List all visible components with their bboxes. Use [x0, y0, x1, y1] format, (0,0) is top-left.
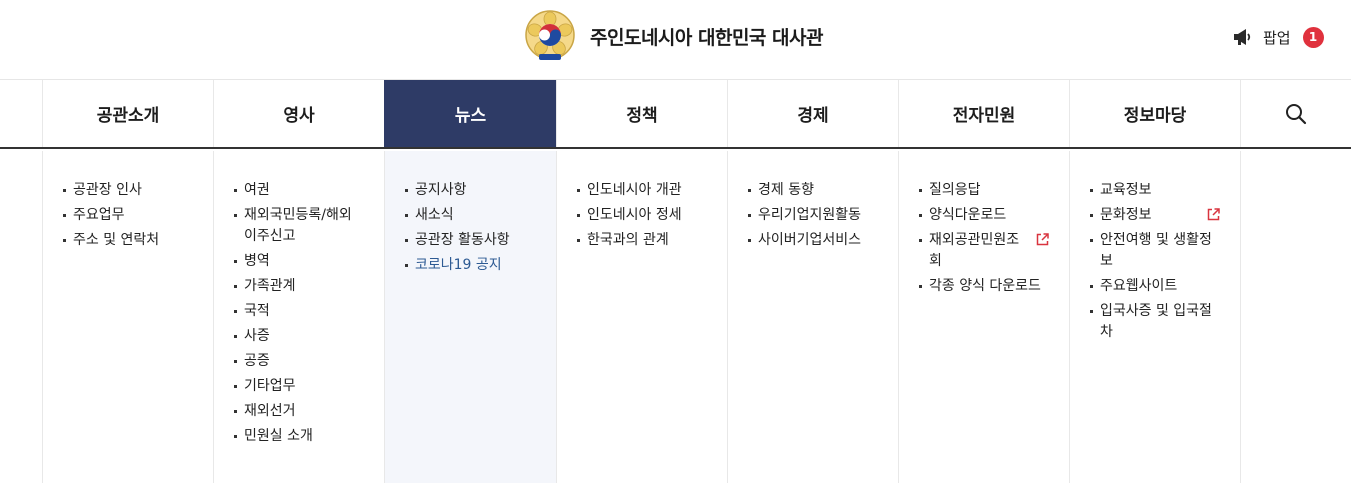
- submenu-item[interactable]: 재외국민등록/해외이주신고: [234, 205, 364, 247]
- submenu-panel: 공관장 인사 주요업무 주소 및 연락처 여권 재외국민등록/해외이주신고 병역…: [0, 151, 1351, 483]
- submenu-item-external[interactable]: 재외공관민원조회: [919, 230, 1049, 272]
- megaphone-icon: [1234, 29, 1251, 45]
- submenu-item-label: 문화정보: [1100, 207, 1152, 223]
- nav-item-info[interactable]: 정보마당: [1069, 80, 1240, 147]
- submenu-item[interactable]: 여권: [234, 180, 364, 201]
- submenu-item[interactable]: 주요업무: [63, 205, 193, 226]
- external-link-icon: [1207, 208, 1220, 221]
- submenu-col-e-civil: 질의응답 양식다운로드 재외공관민원조회 각종 양식 다운로드: [898, 151, 1069, 483]
- submenu-col-empty: [1240, 151, 1351, 483]
- submenu-item[interactable]: 안전여행 및 생활정보: [1090, 230, 1220, 272]
- submenu-item[interactable]: 공지사항: [405, 180, 536, 201]
- site-title: 주인도네시아 대한민국 대사관: [590, 26, 823, 49]
- popup-count-badge: 1: [1302, 26, 1324, 48]
- submenu-item[interactable]: 병역: [234, 251, 364, 272]
- submenu-item-external[interactable]: 문화정보: [1090, 205, 1220, 226]
- submenu-item[interactable]: 사증: [234, 326, 364, 347]
- submenu-col-consular: 여권 재외국민등록/해외이주신고 병역 가족관계 국적 사증 공증 기타업무 재…: [213, 151, 384, 483]
- submenu-item[interactable]: 인도네시아 정세: [577, 205, 707, 226]
- submenu-item[interactable]: 사이버기업서비스: [748, 230, 878, 251]
- site-brand[interactable]: 주인도네시아 대한민국 대사관: [524, 9, 823, 63]
- submenu-item[interactable]: 가족관계: [234, 276, 364, 297]
- submenu-item[interactable]: 새소식: [405, 205, 536, 226]
- submenu-item[interactable]: 양식다운로드: [919, 205, 1049, 226]
- submenu-item[interactable]: 질의응답: [919, 180, 1049, 201]
- submenu-item[interactable]: 인도네시아 개관: [577, 180, 707, 201]
- nav-item-e-civil[interactable]: 전자민원: [898, 80, 1069, 147]
- site-header: 주인도네시아 대한민국 대사관 팝업 1: [0, 0, 1351, 80]
- external-link-icon: [1036, 233, 1049, 246]
- submenu-item[interactable]: 재외선거: [234, 401, 364, 422]
- submenu-item[interactable]: 민원실 소개: [234, 426, 364, 447]
- submenu-col-news: 공지사항 새소식 공관장 활동사항 코로나19 공지: [384, 151, 556, 483]
- submenu-item[interactable]: 공관장 인사: [63, 180, 193, 201]
- popup-button[interactable]: 팝업 1: [1231, 24, 1324, 50]
- submenu-col-info: 교육정보 문화정보 안전여행 및 생활정보 주요웹사이트 입국사증 및 입국절차: [1069, 151, 1240, 483]
- submenu-item[interactable]: 경제 동향: [748, 180, 878, 201]
- submenu-item[interactable]: 우리기업지원활동: [748, 205, 878, 226]
- submenu-item-covid[interactable]: 코로나19 공지: [405, 255, 536, 276]
- popup-label: 팝업: [1263, 28, 1291, 47]
- submenu-item[interactable]: 기타업무: [234, 376, 364, 397]
- nav-item-about[interactable]: 공관소개: [42, 80, 213, 147]
- submenu-item[interactable]: 입국사증 및 입국절차: [1090, 301, 1220, 343]
- submenu-item[interactable]: 공관장 활동사항: [405, 230, 536, 251]
- submenu-col-economy: 경제 동향 우리기업지원활동 사이버기업서비스: [727, 151, 898, 483]
- search-button[interactable]: [1240, 80, 1351, 147]
- submenu-item[interactable]: 한국과의 관계: [577, 230, 707, 251]
- submenu-col-policy: 인도네시아 개관 인도네시아 정세 한국과의 관계: [556, 151, 727, 483]
- submenu-item[interactable]: 각종 양식 다운로드: [919, 276, 1049, 297]
- main-navigation: 공관소개 영사 뉴스 정책 경제 전자민원 정보마당: [0, 80, 1351, 149]
- submenu-item[interactable]: 공증: [234, 351, 364, 372]
- submenu-item[interactable]: 국적: [234, 301, 364, 322]
- korea-emblem-icon: [525, 10, 575, 60]
- nav-item-news[interactable]: 뉴스: [384, 80, 556, 147]
- submenu-item-label: 재외공관민원조회: [929, 232, 1020, 269]
- submenu-item[interactable]: 주요웹사이트: [1090, 276, 1220, 297]
- nav-item-economy[interactable]: 경제: [727, 80, 898, 147]
- nav-item-consular[interactable]: 영사: [213, 80, 384, 147]
- nav-item-policy[interactable]: 정책: [556, 80, 727, 147]
- submenu-col-about: 공관장 인사 주요업무 주소 및 연락처: [42, 151, 213, 483]
- submenu-item[interactable]: 교육정보: [1090, 180, 1220, 201]
- submenu-item[interactable]: 주소 및 연락처: [63, 230, 193, 251]
- search-icon: [1286, 103, 1307, 124]
